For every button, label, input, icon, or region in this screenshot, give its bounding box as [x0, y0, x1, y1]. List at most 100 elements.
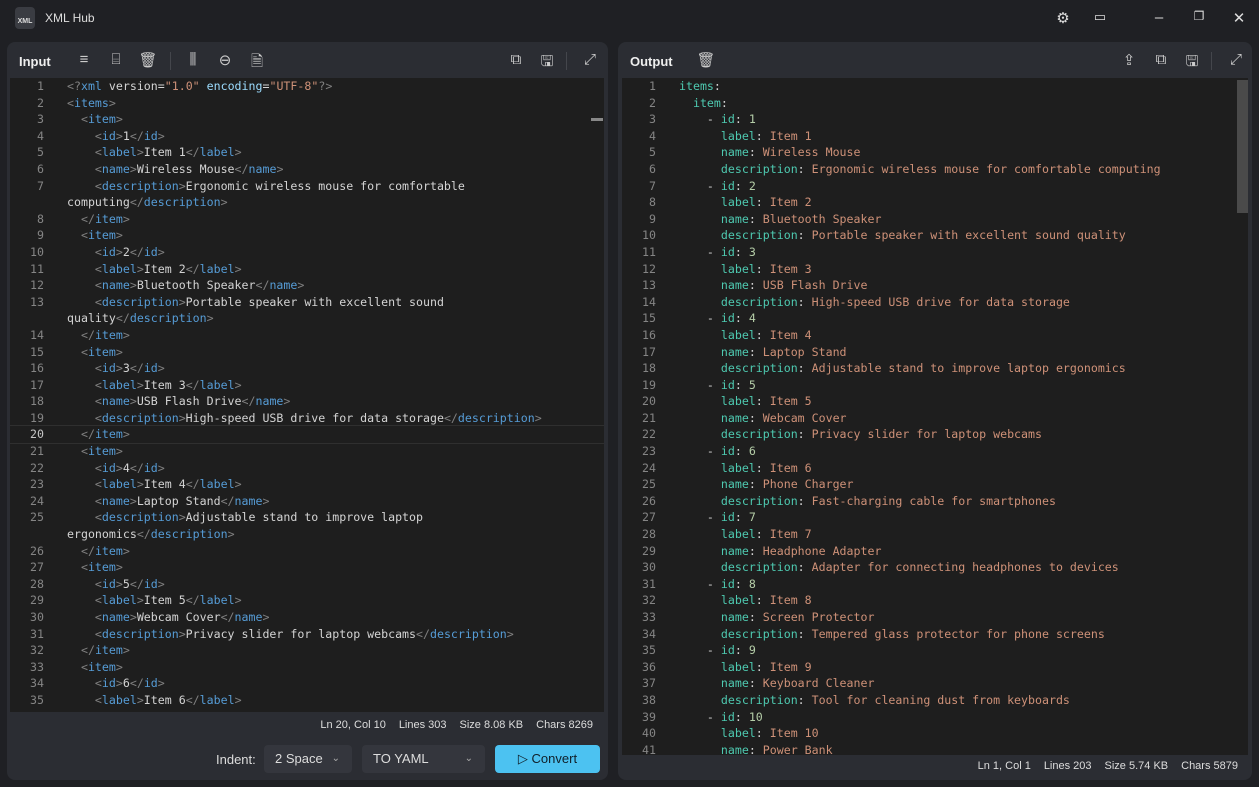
line-code: </item>	[67, 426, 130, 443]
xml-punct: >	[122, 543, 130, 558]
yaml-key: description	[720, 427, 798, 442]
line-number: 1	[37, 79, 44, 93]
format-select[interactable]: TO YAML ⌄	[362, 745, 485, 773]
code-line: 9 <item>	[10, 227, 604, 244]
xml-text	[67, 278, 95, 292]
copy-icon[interactable]: ⧉	[1151, 51, 1171, 68]
trash-icon[interactable]: 🗑	[138, 51, 158, 69]
restore-button[interactable]: ❐	[1189, 9, 1209, 23]
yaml-key: name	[720, 742, 749, 755]
xml-text	[67, 345, 81, 359]
yaml-key: label	[720, 726, 756, 741]
xml-punct: </	[80, 211, 95, 226]
xml-punct: <	[94, 410, 102, 425]
scrollbar-thumb[interactable]	[1237, 80, 1248, 213]
line-number: 6	[37, 161, 44, 176]
yaml-colon: :	[797, 493, 805, 508]
line-number: 34	[642, 626, 656, 641]
line-code: name: USB Flash Drive	[679, 277, 868, 294]
xml-punct: >	[115, 244, 123, 259]
xml-tag-name: id	[101, 576, 116, 591]
yaml-value: High-speed USB drive for data storage	[811, 294, 1070, 309]
yaml-value: Item 8	[769, 593, 812, 608]
convert-button[interactable]: ▷ Convert	[495, 745, 600, 773]
code-line: 30 <name>Webcam Cover</name>	[10, 609, 604, 626]
share-icon[interactable]: ⇪	[1119, 51, 1139, 69]
line-number: 12	[642, 261, 656, 276]
input-editor[interactable]: 1 <?xml version="1.0" encoding="UTF-8"?> 2…	[10, 78, 604, 712]
line-code: <name>Bluetooth Speaker</name>	[67, 277, 304, 294]
line-number: 41	[642, 742, 656, 755]
code-line: 17 name: Laptop Stand	[622, 344, 1248, 361]
xml-punct: </	[129, 195, 144, 210]
file-size: Size 5.74 KB	[1104, 760, 1169, 772]
xml-text	[67, 112, 81, 126]
xml-text: 3	[122, 361, 130, 376]
xml-punct: </	[129, 576, 144, 591]
line-code: label: Item 4	[679, 327, 812, 344]
xml-tag-name: id	[101, 244, 116, 259]
xml-text	[67, 295, 95, 309]
line-code: <label>Item 6</label>	[67, 692, 242, 709]
line-code: <description>Privacy slider for laptop w…	[67, 626, 514, 643]
line-code: </item>	[67, 327, 130, 344]
xml-tag-name: items	[73, 95, 109, 110]
xml-tag-name: label	[101, 377, 137, 392]
code-line: 17 <label>Item 3</label>	[10, 377, 604, 394]
code-line: 7 - id: 2	[622, 178, 1248, 195]
xml-punct: >	[115, 444, 123, 459]
save-icon[interactable]: 🖫	[537, 51, 557, 76]
xml-punct: <	[95, 710, 102, 712]
xml-punct: >	[129, 161, 137, 176]
code-line: 23 <label>Item 4</label>	[10, 476, 604, 493]
line-code: <id>4</id>	[67, 460, 165, 477]
xml-tag-name: id	[143, 128, 158, 143]
yaml-value: Bluetooth Speaker	[762, 211, 882, 226]
xml-text: Privacy slider for laptop webcams	[185, 626, 417, 641]
laptop-icon[interactable]: ▭	[1090, 9, 1110, 25]
xml-tag-name: id	[101, 361, 116, 376]
expand-icon[interactable]: ⤢	[580, 51, 600, 68]
library-icon[interactable]: ⫼	[183, 51, 203, 68]
expand-icon[interactable]: ⤢	[1226, 51, 1246, 68]
code-line: 22 description: Privacy slider for lapto…	[622, 426, 1248, 443]
output-editor[interactable]: 1 items: 2 item: 3 - id: 14 label: Item 15 …	[622, 78, 1248, 755]
yaml-value: Webcam Cover	[762, 410, 847, 425]
xml-punct: <	[94, 394, 102, 409]
xml-tag-name: label	[199, 477, 235, 492]
minify-icon[interactable]: ⌸	[106, 51, 126, 68]
yaml-key: id	[720, 576, 735, 591]
code-line: 5 <label>Item 1</label>	[10, 144, 604, 161]
open-file-icon[interactable]: 🗎	[247, 51, 267, 76]
copy-icon[interactable]: ⧉	[506, 51, 526, 68]
line-code: label: Item 6	[679, 460, 812, 477]
gear-icon[interactable]: ⚙	[1053, 9, 1073, 27]
save-icon[interactable]: 🖫	[1182, 51, 1202, 76]
format-icon[interactable]: ≡	[74, 51, 94, 68]
xml-tag-name: id	[143, 576, 158, 591]
yaml-key: name	[720, 278, 749, 293]
code-line: 25 name: Phone Charger	[622, 476, 1248, 493]
line-code: </item>	[67, 642, 130, 659]
line-code: label: Item 8	[679, 592, 812, 609]
minimize-button[interactable]: –	[1149, 9, 1169, 26]
xml-punct: </	[80, 327, 95, 342]
yaml-dash: -	[706, 444, 721, 459]
xml-punct: </	[185, 692, 200, 707]
xml-punct: <	[80, 560, 88, 575]
xml-text: 4	[122, 460, 130, 475]
link-icon[interactable]: ⊖	[215, 51, 235, 69]
indent-select[interactable]: 2 Space ⌄	[264, 745, 352, 773]
close-button[interactable]: ✕	[1229, 9, 1249, 27]
xml-attr-value: "UTF-8"	[269, 79, 319, 93]
yaml-value: Adapter for connecting headphones to dev…	[811, 560, 1119, 575]
code-line: 14 description: High-speed USB drive for…	[622, 294, 1248, 311]
yaml-value: Screen Protector	[762, 610, 875, 624]
trash-icon[interactable]: 🗑	[696, 51, 716, 69]
yaml-colon: :	[755, 394, 763, 409]
xml-tag-name: name	[234, 493, 263, 508]
yaml-key: id	[720, 311, 735, 326]
line-code: <label>Item 3</label>	[67, 377, 242, 394]
yaml-key: label	[720, 128, 756, 143]
yaml-colon: :	[797, 427, 805, 442]
